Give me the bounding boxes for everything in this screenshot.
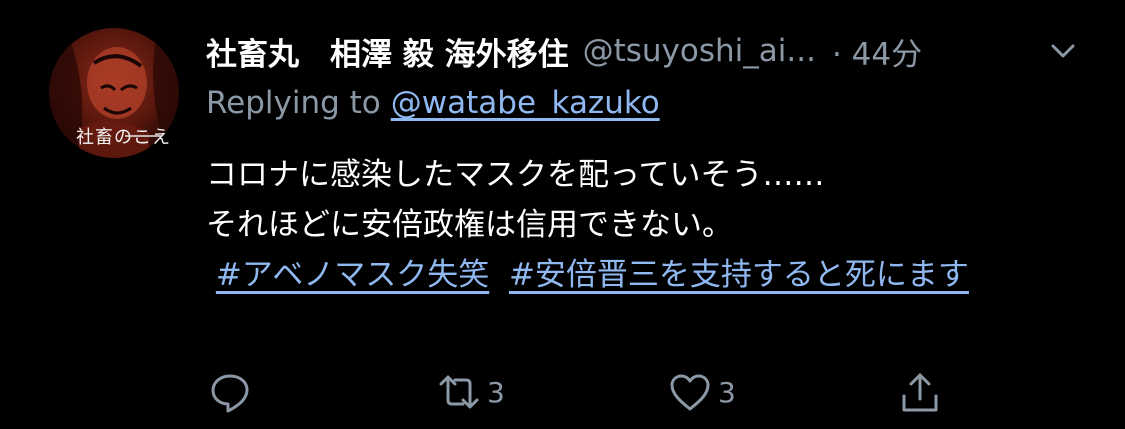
display-name[interactable]: 社畜丸 相澤 毅 海外移住 (206, 29, 569, 74)
like-count: 3 (718, 375, 736, 409)
tweet-text-line: それほどに安倍政権は信用できない。 (206, 207, 733, 243)
reply-bubble-icon (211, 374, 249, 413)
reply-to-mention[interactable]: @watabe_kazuko (391, 85, 660, 121)
hashtag-list: #アベノマスク失笑 #安倍晋三を支持すると死にます (206, 250, 1066, 300)
retweet-icon (439, 375, 479, 409)
share-button[interactable] (898, 368, 942, 416)
tweet-text-line: コロナに感染したマスクを配っていそう…… (206, 157, 825, 193)
retweet-count: 3 (487, 375, 505, 409)
hashtag-link[interactable]: #アベノマスク失笑 (216, 257, 489, 293)
retweet-button[interactable]: 3 (437, 368, 505, 416)
more-options-button[interactable] (1046, 34, 1080, 68)
hashtag-link[interactable]: #安倍晋三を支持すると死にます (509, 257, 969, 293)
chevron-down-icon (1051, 44, 1075, 58)
user-handle[interactable]: @tsuyoshi_ai... (583, 33, 816, 69)
tweet-card[interactable]: 社畜のこえ 社畜丸 相澤 毅 海外移住 @tsuyoshi_ai... · 44… (0, 0, 1125, 429)
replying-to-line: Replying to @watabe_kazuko (206, 85, 660, 121)
reply-button[interactable] (208, 368, 258, 416)
like-button[interactable]: 3 (668, 368, 736, 416)
tweet-header: 社畜丸 相澤 毅 海外移住 @tsuyoshi_ai... · 44分 (206, 28, 922, 74)
tweet-actions: 3 3 (0, 368, 1125, 416)
timestamp[interactable]: · 44分 (832, 29, 922, 74)
avatar-caption: 社畜のこえ (76, 127, 171, 148)
tweet-text: コロナに感染したマスクを配っていそう…… それほどに安倍政権は信用できない。 #… (206, 150, 1066, 300)
heart-icon (670, 374, 710, 411)
share-icon (902, 373, 938, 412)
replying-to-label: Replying to (206, 85, 381, 121)
